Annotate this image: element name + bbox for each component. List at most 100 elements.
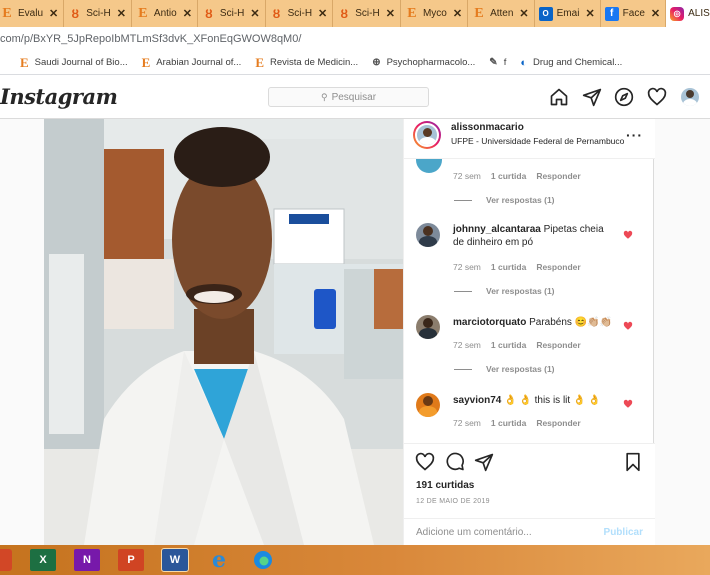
comment-liked-heart-icon[interactable] [623, 230, 633, 240]
comment-time[interactable]: 72 sem [453, 418, 481, 428]
scihub-icon: ȣ [340, 6, 349, 21]
comment-liked-heart-icon[interactable] [623, 399, 633, 409]
like-heart-icon[interactable] [415, 452, 435, 472]
bookmark-item[interactable]: E Saudi Journal of Bio... [20, 55, 128, 71]
browser-tab[interactable]: ȣ Sci-H ✕ [198, 0, 266, 27]
activity-heart-icon[interactable] [647, 87, 667, 107]
app-icon-partial[interactable] [0, 549, 12, 571]
view-replies[interactable]: Ver respostas (1) [454, 364, 555, 374]
divider-line [454, 199, 472, 201]
browser-tab[interactable]: O Emai ✕ [535, 0, 601, 27]
bookmark-item[interactable]: ◐ Drug and Chemical... [520, 57, 622, 69]
comment-meta: 72 sem 1 curtida Responder [453, 171, 581, 181]
tab-label: Sci-H [355, 8, 380, 19]
reply-button[interactable]: Responder [536, 340, 580, 350]
reply-button[interactable]: Responder [536, 418, 580, 428]
publish-button[interactable]: Publicar [604, 527, 643, 538]
view-replies-label: Ver respostas (1) [486, 364, 555, 374]
close-tab-icon[interactable]: ✕ [250, 7, 259, 20]
comment-bubble-icon[interactable] [445, 452, 465, 472]
commenter-avatar[interactable] [416, 315, 440, 339]
bookmark-label: Drug and Chemical... [532, 57, 623, 68]
reply-button[interactable]: Responder [536, 171, 580, 181]
post-actions: 191 curtidas 12 DE MAIO DE 2019 Adicione… [404, 443, 655, 545]
internet-explorer-icon[interactable]: e [206, 547, 232, 573]
e-icon: E [138, 5, 148, 21]
close-tab-icon[interactable]: ✕ [519, 7, 528, 20]
browser-tab[interactable]: E Evalu ✕ [0, 0, 65, 27]
bookmark-item[interactable]: E Revista de Medicin... [255, 55, 358, 71]
browser-tab-active[interactable]: ◎ ALIS [666, 0, 710, 27]
author-username[interactable]: alissonmacario [451, 122, 524, 133]
bookmark-item[interactable]: E Arabian Journal of... [142, 55, 242, 71]
comment-text: sayvion74 👌 👌 this is lit 👌 👌 [453, 394, 623, 407]
post-photo[interactable] [44, 119, 403, 545]
e-icon: E [474, 5, 484, 21]
comment-time[interactable]: 72 sem [453, 262, 481, 272]
comment-time[interactable]: 72 sem [453, 171, 481, 181]
browser-tab[interactable]: E Antio ✕ [132, 0, 198, 27]
comment-likes[interactable]: 1 curtida [491, 340, 526, 350]
edge-icon[interactable] [250, 549, 276, 571]
close-tab-icon[interactable]: ✕ [49, 7, 58, 20]
browser-tab[interactable]: ȣ Sci-H ✕ [64, 0, 132, 27]
browser-tab[interactable]: ȣ Sci-H ✕ [266, 0, 334, 27]
browser-tab[interactable]: E Myco ✕ [401, 0, 469, 27]
close-tab-icon[interactable]: ✕ [183, 7, 192, 20]
commenter-avatar[interactable] [416, 393, 440, 417]
more-options-icon[interactable]: ··· [626, 127, 643, 143]
close-tab-icon[interactable]: ✕ [386, 7, 395, 20]
comment-time[interactable]: 72 sem [453, 340, 481, 350]
add-comment-input[interactable]: Adicione um comentário... Publicar [404, 518, 655, 546]
instagram-logo[interactable]: Instagram [0, 84, 118, 109]
bookmark-label: Saudi Journal of Bio... [34, 57, 128, 68]
comment-meta: 72 sem 1 curtida Responder [453, 262, 581, 272]
share-icon[interactable] [474, 452, 494, 472]
close-tab-icon[interactable]: ✕ [318, 7, 327, 20]
explore-icon[interactable] [614, 87, 634, 107]
likes-count[interactable]: 191 curtidas [416, 480, 474, 491]
windows-taskbar: X N P W e [0, 545, 710, 575]
excel-icon[interactable]: X [30, 549, 56, 571]
close-tab-icon[interactable]: ✕ [453, 7, 462, 20]
author-avatar[interactable] [413, 121, 441, 149]
close-tab-icon[interactable]: ✕ [585, 7, 594, 20]
post-location[interactable]: UFPE - Universidade Federal de Pernambuc… [451, 136, 624, 146]
bookmark-item[interactable]: ⊕ Psychopharmacolo... [372, 57, 475, 68]
search-input[interactable]: ⚲ Pesquisar [268, 87, 429, 107]
tab-label: Sci-H [86, 8, 111, 19]
view-replies[interactable]: Ver respostas (1) [454, 195, 555, 205]
close-tab-icon[interactable]: ✕ [117, 7, 126, 20]
comment-username[interactable]: johnny_alcantaraa [453, 224, 541, 235]
comment-likes[interactable]: 1 curtida [491, 171, 526, 181]
powerpoint-icon[interactable]: P [118, 549, 144, 571]
browser-tab[interactable]: E Atten ✕ [468, 0, 535, 27]
profile-avatar[interactable] [681, 88, 699, 106]
comment-username[interactable]: sayvion74 [453, 395, 501, 406]
tab-label: Antio [153, 8, 177, 19]
address-bar[interactable]: com/p/BxYR_5JpRepoIbMTLmSf3dvK_XFonEqGWO… [0, 27, 710, 51]
home-icon[interactable] [549, 87, 569, 107]
scihub-icon: ȣ [205, 6, 213, 21]
onenote-icon[interactable]: N [74, 549, 100, 571]
post-sidebar: alissonmacario UFPE - Universidade Feder… [403, 119, 655, 545]
word-icon[interactable]: W [161, 548, 189, 572]
comment-liked-heart-icon[interactable] [623, 321, 633, 331]
browser-tab[interactable]: ȣ Sci-H ✕ [333, 0, 401, 27]
save-bookmark-icon[interactable] [624, 452, 642, 472]
bookmark-item[interactable]: ✎ f [489, 57, 506, 68]
commenter-avatar[interactable] [416, 223, 440, 247]
comment-username[interactable]: marciotorquato [453, 317, 526, 328]
comment-likes[interactable]: 1 curtida [491, 418, 526, 428]
comment-likes[interactable]: 1 curtida [491, 262, 526, 272]
search-icon: ⚲ [320, 91, 328, 102]
close-tab-icon[interactable]: ✕ [651, 7, 660, 20]
reply-button[interactable]: Responder [536, 262, 580, 272]
drug-site-icon: ◐ [520, 56, 527, 69]
direct-message-icon[interactable] [582, 87, 602, 107]
feather-icon: ✎ [489, 57, 498, 68]
view-replies[interactable]: Ver respostas (1) [454, 286, 555, 296]
e-icon: E [255, 54, 264, 70]
tab-label: Myco [422, 8, 447, 19]
browser-tab[interactable]: f Face ✕ [601, 0, 667, 27]
